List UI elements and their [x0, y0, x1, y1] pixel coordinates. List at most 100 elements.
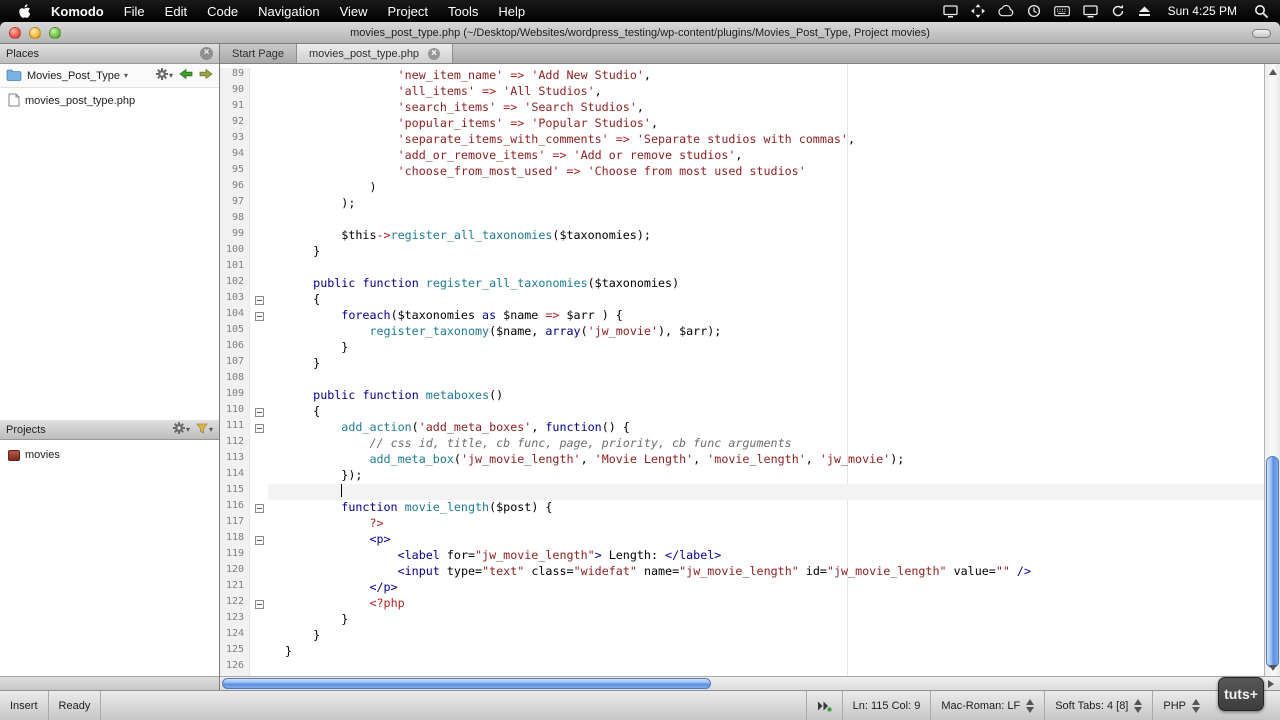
line-number[interactable]: 96 [220, 180, 250, 196]
project-item[interactable]: movies [0, 446, 219, 464]
menu-code[interactable]: Code [197, 0, 248, 22]
code-line[interactable]: 112 // css id, title, cb func, page, pri… [220, 436, 1264, 452]
line-number[interactable]: 109 [220, 388, 250, 404]
code-line[interactable]: 119 <label for="jw_movie_length"> Length… [220, 548, 1264, 564]
screen-sharing-icon[interactable] [942, 4, 958, 18]
code-line[interactable]: 111 add_action('add_meta_boxes', functio… [220, 420, 1264, 436]
toolbar-toggle-button[interactable] [1252, 29, 1271, 38]
code-line[interactable]: 96 ) [220, 180, 1264, 196]
line-number[interactable]: 125 [220, 644, 250, 660]
code-line[interactable]: 107 } [220, 356, 1264, 372]
scroll-down-arrow[interactable] [1265, 661, 1280, 675]
line-number[interactable]: 124 [220, 628, 250, 644]
line-number[interactable]: 89 [220, 68, 250, 84]
keyboard-icon[interactable] [1053, 5, 1070, 17]
chevron-down-icon[interactable]: ▾ [124, 71, 128, 80]
code-line[interactable]: 118 <p> [220, 532, 1264, 548]
display-icon[interactable] [1082, 4, 1098, 18]
file-item[interactable]: movies_post_type.php [0, 92, 219, 110]
time-machine-icon[interactable] [1027, 4, 1041, 18]
code-line[interactable]: 120 <input type="text" class="widefat" n… [220, 564, 1264, 580]
spotlight-icon[interactable] [1254, 4, 1268, 18]
menu-help[interactable]: Help [488, 0, 535, 22]
code-line[interactable]: 126 [220, 660, 1264, 676]
fold-collapse-icon[interactable] [254, 423, 264, 433]
line-number[interactable]: 92 [220, 116, 250, 132]
line-number[interactable]: 102 [220, 276, 250, 292]
code-line[interactable]: 98 [220, 212, 1264, 228]
line-number[interactable]: 120 [220, 564, 250, 580]
title-bar[interactable]: movies_post_type.php (~/Desktop/Websites… [0, 22, 1280, 44]
horizontal-scroll-thumb[interactable] [222, 678, 711, 689]
line-number[interactable]: 98 [220, 212, 250, 228]
line-number[interactable]: 116 [220, 500, 250, 516]
line-number[interactable]: 97 [220, 196, 250, 212]
forward-icon[interactable] [199, 68, 213, 83]
code-line[interactable]: 113 add_meta_box('jw_movie_length', 'Mov… [220, 452, 1264, 468]
code-line[interactable]: 89 'new_item_name' => 'Add New Studio', [220, 68, 1264, 84]
tab-movies-post-type[interactable]: movies_post_type.php × [296, 44, 454, 63]
code-line[interactable]: 95 'choose_from_most_used' => 'Choose fr… [220, 164, 1264, 180]
code-line[interactable]: 108 [220, 372, 1264, 388]
code-line[interactable]: 121 </p> [220, 580, 1264, 596]
vertical-scroll-thumb[interactable] [1266, 456, 1279, 668]
code-line[interactable]: 93 'separate_items_with_comments' => 'Se… [220, 132, 1264, 148]
sync-icon[interactable] [1111, 4, 1125, 18]
menu-komodo[interactable]: Komodo [41, 0, 114, 22]
code-line[interactable]: 110 { [220, 404, 1264, 420]
fold-collapse-icon[interactable] [254, 599, 264, 609]
minimize-window-button[interactable] [29, 27, 41, 39]
code-line[interactable]: 106 } [220, 340, 1264, 356]
apple-menu[interactable] [8, 3, 41, 19]
line-number[interactable]: 112 [220, 436, 250, 452]
projects-gear-group[interactable]: ▾ [172, 422, 190, 437]
code-line[interactable]: 102 public function register_all_taxonom… [220, 276, 1264, 292]
code-line[interactable]: 115 [220, 484, 1264, 500]
line-number[interactable]: 91 [220, 100, 250, 116]
scroll-up-arrow[interactable] [1265, 65, 1280, 79]
syntax-check-icon[interactable] [805, 691, 842, 720]
horizontal-scrollbar[interactable] [220, 676, 1280, 690]
language-selector[interactable]: PHP [1152, 691, 1210, 720]
code-line[interactable]: 90 'all_items' => 'All Studios', [220, 84, 1264, 100]
places-folder-selector[interactable]: Movies_Post_Type [27, 70, 120, 82]
code-line[interactable]: 114 }); [220, 468, 1264, 484]
code-area[interactable]: 89 'new_item_name' => 'Add New Studio', 9… [220, 64, 1264, 676]
cloud-icon[interactable] [998, 5, 1014, 17]
menu-file[interactable]: File [114, 0, 155, 22]
menu-navigation[interactable]: Navigation [248, 0, 329, 22]
menu-project[interactable]: Project [378, 0, 438, 22]
line-number[interactable]: 123 [220, 612, 250, 628]
code-line[interactable]: 97 ); [220, 196, 1264, 212]
code-line[interactable]: 92 'popular_items' => 'Popular Studios', [220, 116, 1264, 132]
places-close-icon[interactable]: × [200, 47, 213, 60]
line-number[interactable]: 114 [220, 468, 250, 484]
line-number[interactable]: 103 [220, 292, 250, 308]
code-line[interactable]: 124 } [220, 628, 1264, 644]
line-number[interactable]: 106 [220, 340, 250, 356]
line-number[interactable]: 101 [220, 260, 250, 276]
code-line[interactable]: 104 foreach($taxonomies as $name => $arr… [220, 308, 1264, 324]
code-line[interactable]: 116 function movie_length($post) { [220, 500, 1264, 516]
code-line[interactable]: 117 ?> [220, 516, 1264, 532]
code-line[interactable]: 99 $this->register_all_taxonomies($taxon… [220, 228, 1264, 244]
line-number[interactable]: 117 [220, 516, 250, 532]
scroll-right-arrow[interactable] [1268, 679, 1274, 688]
fold-collapse-icon[interactable] [254, 295, 264, 305]
line-number[interactable]: 111 [220, 420, 250, 436]
line-number[interactable]: 105 [220, 324, 250, 340]
places-gear-group[interactable]: ▾ [155, 68, 173, 83]
vertical-scrollbar[interactable] [1264, 64, 1280, 676]
line-number[interactable]: 122 [220, 596, 250, 612]
line-number[interactable]: 126 [220, 660, 250, 676]
line-number[interactable]: 113 [220, 452, 250, 468]
code-line[interactable]: 100 } [220, 244, 1264, 260]
zoom-window-button[interactable] [49, 27, 61, 39]
line-number[interactable]: 108 [220, 372, 250, 388]
menu-edit[interactable]: Edit [155, 0, 197, 22]
close-window-button[interactable] [9, 27, 21, 39]
line-number[interactable]: 107 [220, 356, 250, 372]
line-number[interactable]: 121 [220, 580, 250, 596]
menu-view[interactable]: View [330, 0, 378, 22]
code-line[interactable]: 122 <?php [220, 596, 1264, 612]
